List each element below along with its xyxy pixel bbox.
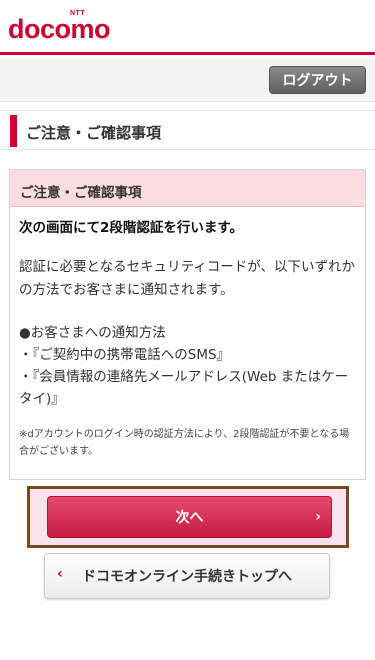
page-title-section: ご注意・ご確認事項 <box>0 110 375 150</box>
notice-footnote: ※dアカウントのログイン時の認証方法により、2段階認証が不要となる場合がございま… <box>19 429 350 457</box>
notice-box: ご注意・ご確認事項 次の画面にて2段階認証を行います。 認証に必要となるセキュリ… <box>9 169 366 480</box>
docomo-online-top-button[interactable]: ‹ ドコモオンライン手続きトップへ <box>44 553 330 599</box>
methods-title: ●お客さまへの通知方法 <box>19 325 166 341</box>
back-button-label: ドコモオンライン手続きトップへ <box>82 569 292 585</box>
toolbar: ログアウト <box>0 58 375 102</box>
logo-brand-text: docomo <box>8 14 111 44</box>
notification-methods: ●お客さまへの通知方法 ・『ご契約中の携帯電話へのSMS』 ・『会員情報の連絡先… <box>19 322 356 410</box>
chevron-left-icon: ‹ <box>57 566 63 582</box>
notice-paragraph: 認証に必要となるセキュリティコードが、以下いずれかの方法でお客さまに通知されます… <box>19 259 356 298</box>
notice-lead: 次の画面にて2段階認証を行います。 <box>19 220 244 236</box>
next-button-label: 次へ <box>175 510 204 526</box>
docomo-logo[interactable]: NTT docomo <box>8 8 128 48</box>
method-item-sms: ・『ご契約中の携帯電話へのSMS』 <box>19 347 231 363</box>
chevron-right-icon: › <box>315 509 321 525</box>
logout-button[interactable]: ログアウト <box>269 66 366 94</box>
title-accent-bar <box>10 115 17 147</box>
next-button-highlight: 次へ › <box>27 486 349 548</box>
method-item-email: ・『会員情報の連絡先メールアドレス(Web またはケータイ)』 <box>19 369 349 407</box>
notice-heading: ご注意・ご確認事項 <box>10 170 365 207</box>
app-header: NTT docomo <box>0 0 375 55</box>
page-title: ご注意・ご確認事項 <box>26 124 162 142</box>
next-button[interactable]: 次へ › <box>47 496 332 538</box>
notice-body: 次の画面にて2段階認証を行います。 認証に必要となるセキュリティコードが、以下い… <box>10 207 365 460</box>
